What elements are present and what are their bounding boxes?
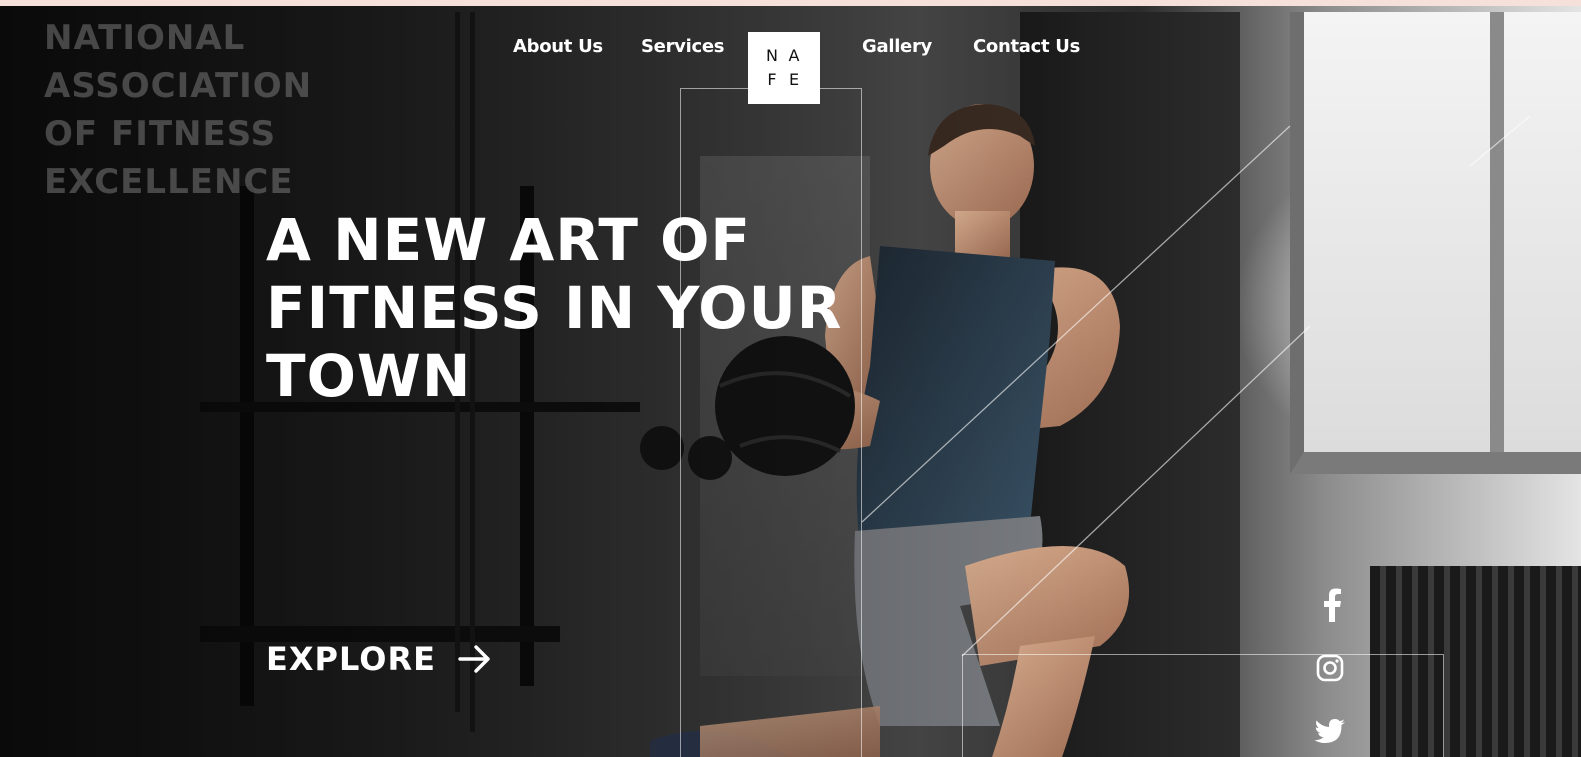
logo-letter: N [766,46,780,65]
nav-gallery[interactable]: Gallery [862,36,932,57]
headline-line: FITNESS IN YOUR [266,274,843,342]
hero-headline: A NEW ART OF FITNESS IN YOUR TOWN [266,206,906,410]
logo-letter: F [767,70,779,89]
brand-name: NATIONAL ASSOCIATION OF FITNESS EXCELLEN… [44,18,313,202]
headline-line: TOWN [266,342,472,410]
explore-label: EXPLORE [266,640,436,678]
arrow-right-icon [458,645,490,673]
logo-letter: A [788,46,802,65]
headline-line: A NEW ART OF [266,206,752,274]
logo-letter: E [788,70,802,89]
nav-contact-us[interactable]: Contact Us [973,36,1080,57]
twitter-icon[interactable] [1314,718,1346,751]
facebook-icon[interactable] [1322,588,1342,627]
nafe-logo[interactable]: N A F E [748,32,820,104]
nav-services[interactable]: Services [641,36,724,57]
nav-about-us[interactable]: About Us [513,36,603,57]
explore-button[interactable]: EXPLORE [266,640,492,678]
instagram-icon[interactable] [1316,654,1344,687]
